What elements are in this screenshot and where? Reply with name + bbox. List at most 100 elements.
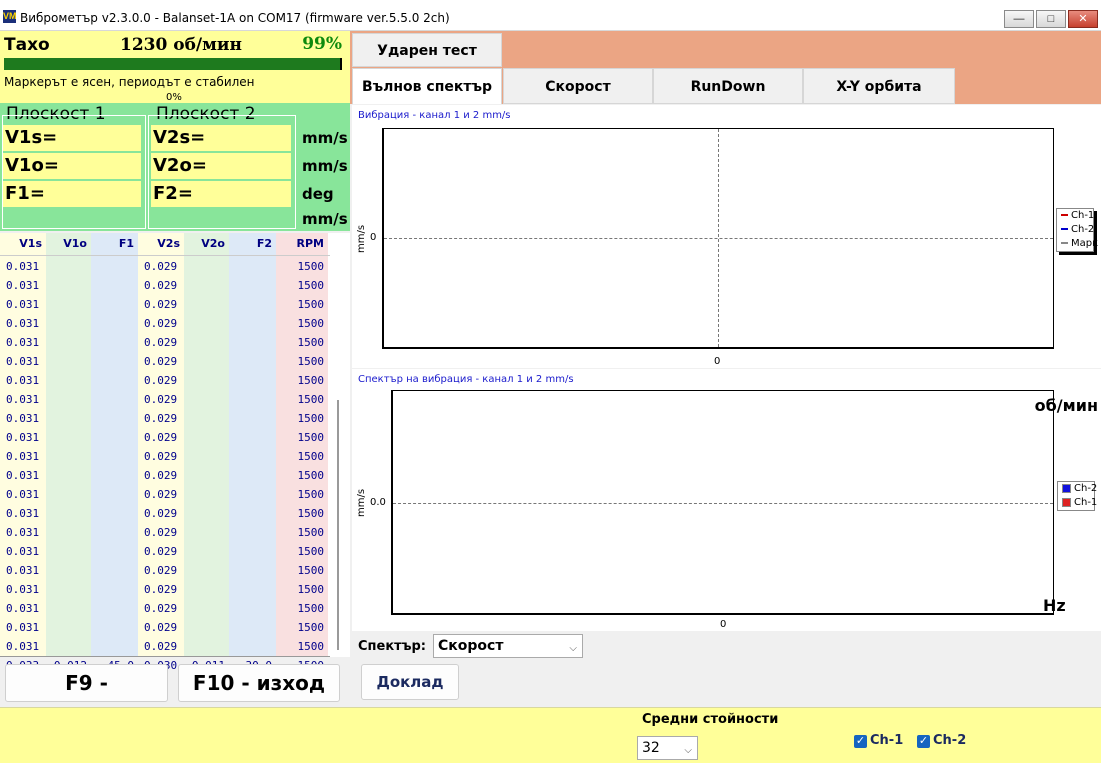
table-cell	[229, 618, 276, 637]
maximize-button[interactable]: □	[1036, 10, 1066, 28]
marker-line-swatch	[1061, 242, 1068, 244]
table-cell	[184, 542, 229, 561]
table-cell	[46, 580, 91, 599]
minimize-button[interactable]: —	[1004, 10, 1034, 28]
table-cell: 1500	[297, 412, 325, 425]
table-cell	[91, 561, 138, 580]
averages-select[interactable]: 32 ⌵	[637, 736, 698, 760]
table-row: 0.031 0.029 1500	[0, 276, 330, 295]
tab-rundown[interactable]: RunDown	[653, 68, 803, 104]
table-cell	[229, 390, 276, 409]
spectrum-plot-area[interactable]	[391, 390, 1054, 615]
table-cell: 0.031	[6, 640, 40, 653]
unit-label: mm/s	[302, 129, 348, 147]
table-cell	[91, 333, 138, 352]
tabs-bar: Ударен тест Вълнов спектър Скорост RunDo…	[350, 31, 1101, 104]
table-cell: 0.031	[6, 298, 40, 311]
table-row: 0.031 0.029 1500	[0, 447, 330, 466]
table-cell	[229, 561, 276, 580]
table-cell	[229, 295, 276, 314]
spectrum-select[interactable]: Скорост ⌵	[433, 634, 583, 658]
table-cell	[91, 409, 138, 428]
measure-button[interactable]: F9 - Измерване	[5, 664, 168, 731]
table-cell	[91, 352, 138, 371]
table-cell	[91, 390, 138, 409]
table-cell	[91, 371, 138, 390]
table-cell	[184, 352, 229, 371]
table-cell: 0.029	[144, 336, 178, 349]
table-cell	[46, 409, 91, 428]
table-cell: 1500	[297, 374, 325, 387]
close-button[interactable]: ✕	[1068, 10, 1098, 28]
legend-label: Ch-1	[1071, 210, 1095, 221]
table-cell: 1500	[297, 450, 325, 463]
table-row: 0.031 0.029 1500	[0, 390, 330, 409]
table-cell	[229, 542, 276, 561]
chart-legend: Ch-1 Ch-2 Марк	[1056, 208, 1098, 252]
table-cell	[184, 371, 229, 390]
v2s-field: V2s=	[151, 125, 291, 151]
table-row: 0.031 0.029 1500	[0, 637, 330, 656]
center-gridline	[718, 129, 719, 347]
table-cell	[229, 466, 276, 485]
tab-xy-orbit[interactable]: X-Y орбита	[803, 68, 955, 104]
table-cell	[184, 314, 229, 333]
table-cell	[46, 371, 91, 390]
table-cell	[46, 333, 91, 352]
table-cell	[184, 390, 229, 409]
unit-label: mm/s	[302, 157, 348, 175]
table-row: 0.031 0.029 1500	[0, 618, 330, 637]
table-cell	[184, 257, 229, 276]
table-cell	[46, 428, 91, 447]
table-cell	[46, 618, 91, 637]
table-cell	[229, 447, 276, 466]
table-cell	[184, 276, 229, 295]
table-cell	[184, 485, 229, 504]
table-cell: 1500	[297, 298, 325, 311]
spectrum-legend: Ch-2 Ch-1	[1057, 481, 1097, 511]
tab-velocity[interactable]: Скорост	[503, 68, 653, 104]
table-cell	[229, 352, 276, 371]
table-cell: 1500	[297, 469, 325, 482]
table-cell: 0.029	[144, 469, 178, 482]
y-tick-label: 0	[370, 232, 377, 243]
ch2-checkbox[interactable]: ✓	[917, 735, 930, 748]
table-cell	[91, 314, 138, 333]
table-cell	[46, 295, 91, 314]
table-row: 0.031 0.029 1500	[0, 409, 330, 428]
table-cell	[184, 618, 229, 637]
vibration-chart: Вибрация - канал 1 и 2 mm/s mm/s 0 0 Ch-…	[352, 105, 1101, 368]
column-header-f1: F1	[91, 233, 138, 255]
exit-button[interactable]: F10 - изход	[178, 664, 340, 702]
app-logo-icon: VM	[3, 10, 17, 23]
vibration-plot-area[interactable]	[382, 128, 1054, 349]
table-cell	[46, 257, 91, 276]
ch1-checkbox-label: Ch-1	[870, 733, 904, 748]
chevron-down-icon: ⌵	[684, 745, 692, 756]
window-title: Виброметър v2.3.0.0 - Balanset-1A on COM…	[20, 11, 450, 25]
zero-gridline	[393, 503, 1053, 504]
table-cell	[46, 352, 91, 371]
averages-label: Средни стойности	[642, 712, 779, 727]
table-cell	[91, 504, 138, 523]
table-cell: 1500	[297, 545, 325, 558]
ch1-checkbox[interactable]: ✓	[854, 735, 867, 748]
table-cell	[184, 466, 229, 485]
legend-item: Ch-1	[1057, 209, 1095, 223]
legend-label: Ch-2	[1071, 224, 1095, 235]
hz-unit-label: Hz	[1043, 596, 1066, 615]
tab-impact-test[interactable]: Ударен тест	[352, 33, 502, 67]
table-cell: 0.031	[6, 564, 40, 577]
chart-title: Вибрация - канал 1 и 2 mm/s	[358, 110, 511, 121]
ch2-checkbox-label: Ch-2	[933, 733, 967, 748]
table-cell: 1500	[297, 260, 325, 273]
report-button[interactable]: Доклад	[361, 664, 459, 700]
table-scrollbar[interactable]	[337, 400, 339, 650]
table-cell	[229, 409, 276, 428]
table-cell	[229, 637, 276, 656]
table-cell: 0.031	[6, 583, 40, 596]
table-cell: 0.029	[144, 640, 178, 653]
table-cell	[46, 561, 91, 580]
table-cell: 0.031	[6, 336, 40, 349]
tab-waveform-spectrum[interactable]: Вълнов спектър	[352, 68, 502, 104]
